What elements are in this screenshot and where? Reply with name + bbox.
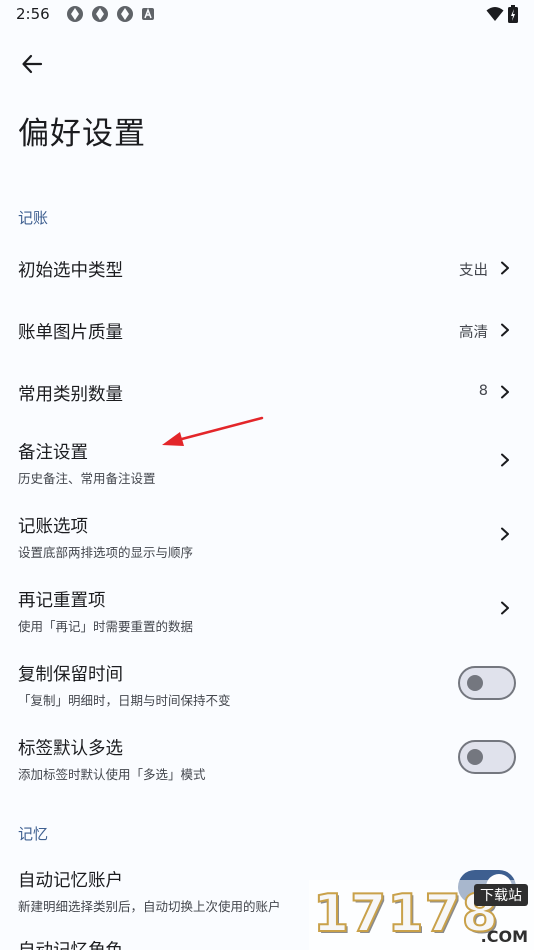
setting-value: 高清 — [459, 325, 488, 341]
setting-rerecord-reset[interactable]: 再记重置项 使用「再记」时需要重置的数据 — [0, 570, 534, 644]
chevron-right-icon — [501, 323, 509, 337]
setting-subtitle: 历史备注、常用备注设置 — [18, 471, 156, 486]
setting-title: 备注设置 — [18, 443, 88, 463]
tag-multi-select-toggle[interactable] — [458, 740, 516, 774]
text-notification-icon — [141, 7, 154, 20]
watermark-logo: 17178 下载站 .COM — [309, 880, 534, 950]
setting-accounting-options[interactable]: 记账选项 设置底部两排选项的显示与顺序 — [0, 496, 534, 570]
chevron-right-icon — [501, 385, 509, 399]
toggle-knob — [467, 675, 483, 691]
arrow-left-icon — [22, 54, 43, 74]
setting-title: 标签默认多选 — [18, 739, 123, 759]
watermark-text: 17178 — [312, 883, 499, 945]
toggle-knob — [467, 749, 483, 765]
back-button[interactable] — [14, 46, 50, 82]
section-header-memory: 记忆 — [18, 825, 49, 843]
setting-copy-keep-time[interactable]: 复制保留时间 「复制」明细时，日期与时间保持不变 — [0, 644, 534, 718]
system-status-icons — [486, 5, 518, 23]
chevron-right-icon — [501, 261, 509, 275]
battery-icon — [508, 5, 518, 23]
setting-note-settings[interactable]: 备注设置 历史备注、常用备注设置 — [0, 422, 534, 496]
setting-title: 常用类别数量 — [18, 385, 123, 405]
app-notification-icon — [91, 6, 108, 22]
annotation-arrow-icon — [162, 416, 264, 446]
app-notification-icon — [66, 6, 83, 22]
setting-title: 自动记忆角色 — [18, 937, 123, 950]
wifi-icon — [486, 7, 504, 21]
copy-keep-time-toggle[interactable] — [458, 666, 516, 700]
setting-title: 账单图片质量 — [18, 323, 123, 343]
watermark-domain: .COM — [480, 927, 528, 946]
section-header-accounting: 记账 — [18, 209, 49, 227]
setting-subtitle: 「复制」明细时，日期与时间保持不变 — [18, 693, 231, 708]
setting-subtitle: 使用「再记」时需要重置的数据 — [18, 619, 194, 634]
chevron-right-icon — [501, 527, 509, 541]
setting-title: 记账选项 — [18, 517, 88, 537]
setting-value: 支出 — [459, 263, 488, 279]
setting-initial-type[interactable]: 初始选中类型 支出 — [0, 236, 534, 298]
setting-title: 初始选中类型 — [18, 261, 123, 281]
status-bar: 2:56 — [0, 0, 534, 28]
watermark-badge: 下载站 — [474, 884, 528, 906]
setting-title: 自动记忆账户 — [18, 871, 123, 891]
chevron-right-icon — [501, 453, 509, 467]
setting-subtitle: 添加标签时默认使用「多选」模式 — [18, 767, 206, 782]
notification-icons — [66, 5, 155, 23]
chevron-right-icon — [501, 601, 509, 615]
page-title: 偏好设置 — [18, 116, 146, 152]
setting-image-quality[interactable]: 账单图片质量 高清 — [0, 298, 534, 360]
setting-tag-multi-select[interactable]: 标签默认多选 添加标签时默认使用「多选」模式 — [0, 718, 534, 792]
status-time: 2:56 — [16, 5, 50, 23]
setting-title: 再记重置项 — [18, 591, 106, 611]
setting-subtitle: 新建明细选择类别后，自动切换上次使用的账户 — [18, 899, 281, 914]
app-notification-icon — [116, 6, 133, 22]
setting-value: 8 — [478, 383, 488, 399]
setting-subtitle: 设置底部两排选项的显示与顺序 — [18, 545, 194, 560]
setting-category-count[interactable]: 常用类别数量 8 — [0, 360, 534, 422]
setting-title: 复制保留时间 — [18, 665, 123, 685]
